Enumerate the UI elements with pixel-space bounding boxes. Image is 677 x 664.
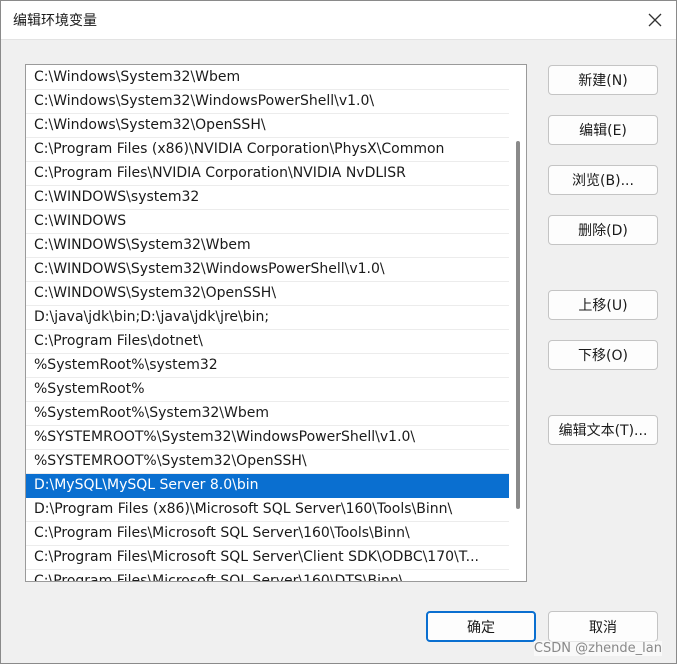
ok-button[interactable]: 确定: [426, 611, 536, 642]
path-list-item[interactable]: %SYSTEMROOT%\System32\OpenSSH\: [26, 450, 509, 474]
edit-text-button[interactable]: 编辑文本(T)...: [548, 415, 658, 445]
path-list-rows: C:\Windows\System32\Wbem C:\Windows\Syste…: [26, 66, 509, 581]
path-list-item[interactable]: %SystemRoot%: [26, 378, 509, 402]
cancel-button[interactable]: 取消: [548, 611, 658, 642]
path-list-item[interactable]: C:\WINDOWS\System32\WindowsPowerShell\v1…: [26, 258, 509, 282]
path-list-item[interactable]: C:\WINDOWS\System32\Wbem: [26, 234, 509, 258]
path-list-item[interactable]: C:\WINDOWS\system32: [26, 186, 509, 210]
move-down-button[interactable]: 下移(O): [548, 340, 658, 370]
title-bar[interactable]: 编辑环境变量: [1, 1, 676, 40]
path-list-item[interactable]: C:\Program Files\dotnet\: [26, 330, 509, 354]
path-list-item[interactable]: C:\Program Files\Microsoft SQL Server\16…: [26, 522, 509, 546]
path-list-item[interactable]: C:\Windows\System32\Wbem: [26, 66, 509, 90]
edit-button[interactable]: 编辑(E): [548, 115, 658, 145]
path-list-item[interactable]: %SystemRoot%\system32: [26, 354, 509, 378]
path-list[interactable]: C:\Windows\System32\Wbem C:\Windows\Syste…: [25, 64, 527, 582]
close-icon: [648, 13, 662, 27]
path-list-item[interactable]: C:\WINDOWS\System32\OpenSSH\: [26, 282, 509, 306]
watermark: CSDN @zhende_lan: [533, 641, 662, 656]
path-list-item[interactable]: C:\Windows\System32\WindowsPowerShell\v1…: [26, 90, 509, 114]
edit-env-variable-dialog: 编辑环境变量 C:\Windows\System32\Wbem C:\Window…: [0, 0, 677, 664]
path-list-item[interactable]: D:\Program Files (x86)\Microsoft SQL Ser…: [26, 498, 509, 522]
delete-button[interactable]: 删除(D): [548, 215, 658, 245]
close-button[interactable]: [640, 5, 670, 35]
path-list-item[interactable]: C:\Program Files\Microsoft SQL Server\16…: [26, 570, 509, 581]
window-title: 编辑环境变量: [13, 13, 97, 29]
scrollbar-thumb[interactable]: [516, 141, 520, 509]
path-list-item[interactable]: C:\Program Files\NVIDIA Corporation\NVID…: [26, 162, 509, 186]
path-list-item[interactable]: %SYSTEMROOT%\System32\WindowsPowerShell\…: [26, 426, 509, 450]
vertical-scrollbar[interactable]: [510, 65, 526, 581]
path-list-item[interactable]: %SystemRoot%\System32\Wbem: [26, 402, 509, 426]
new-button[interactable]: 新建(N): [548, 65, 658, 95]
move-up-button[interactable]: 上移(U): [548, 290, 658, 320]
path-list-item[interactable]: C:\Program Files\Microsoft SQL Server\Cl…: [26, 546, 509, 570]
path-list-item[interactable]: C:\Windows\System32\OpenSSH\: [26, 114, 509, 138]
browse-button[interactable]: 浏览(B)...: [548, 165, 658, 195]
path-list-item[interactable]: D:\java\jdk\bin;D:\java\jdk\jre\bin;: [26, 306, 509, 330]
path-list-item[interactable]: C:\Program Files (x86)\NVIDIA Corporatio…: [26, 138, 509, 162]
path-list-item[interactable]: C:\WINDOWS: [26, 210, 509, 234]
path-list-item[interactable]: D:\MySQL\MySQL Server 8.0\bin: [26, 474, 509, 498]
